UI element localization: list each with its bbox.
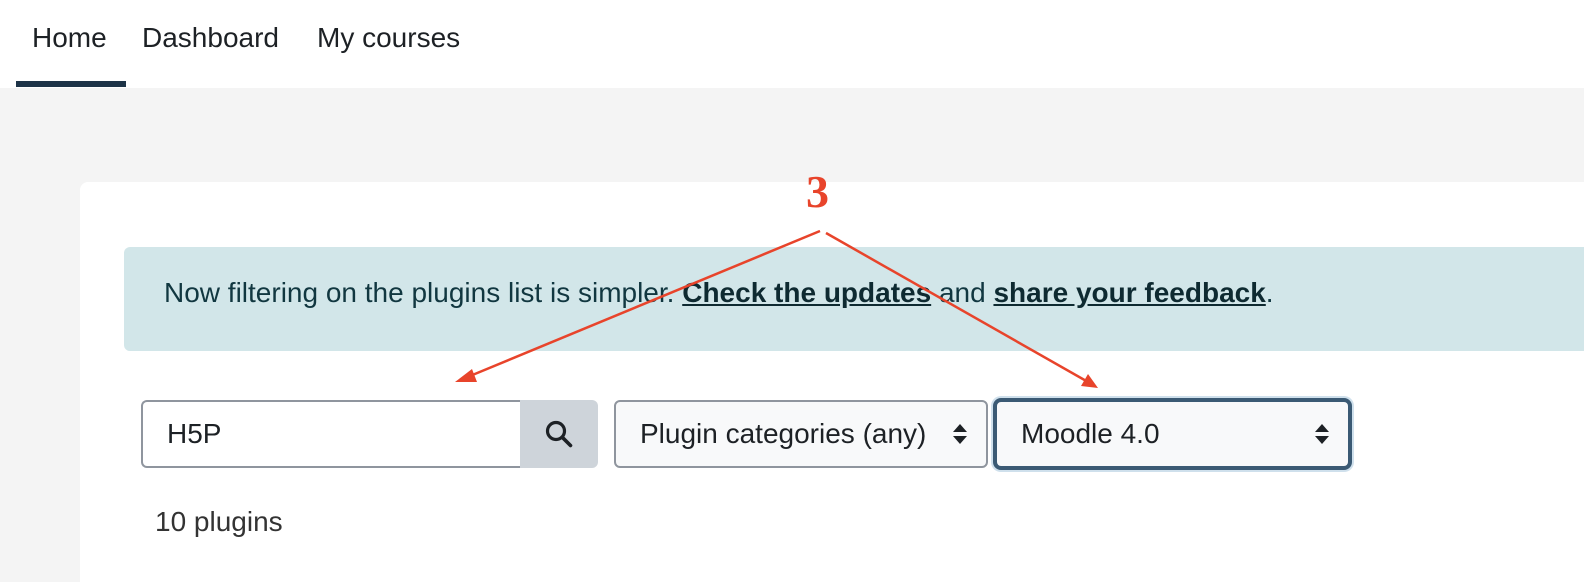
search-button[interactable] [520, 400, 598, 468]
plugin-categories-select[interactable]: Plugin categories (any) [614, 400, 988, 468]
sort-updown-icon [953, 424, 967, 444]
top-navigation: Home Dashboard My courses [0, 0, 1584, 88]
info-alert: Now filtering on the plugins list is sim… [124, 247, 1584, 351]
plugin-count: 10 plugins [155, 506, 283, 537]
alert-prefix: Now filtering on the plugins list is sim… [164, 277, 683, 308]
nav-dashboard[interactable]: Dashboard [142, 20, 279, 56]
sort-updown-icon [1315, 424, 1329, 444]
check-updates-link[interactable]: Check the updates [682, 277, 931, 308]
search-icon [545, 420, 573, 448]
nav-home[interactable]: Home [32, 20, 107, 56]
plugin-categories-selected: Plugin categories (any) [640, 418, 927, 449]
main-content-card [80, 182, 1584, 582]
annotation-step-number: 3 [806, 166, 829, 217]
alert-middle: and [931, 277, 994, 308]
plugin-search-input[interactable] [141, 400, 521, 468]
moodle-version-selected: Moodle 4.0 [1021, 418, 1160, 449]
share-feedback-link[interactable]: share your feedback [993, 277, 1265, 308]
nav-active-indicator [16, 81, 126, 87]
moodle-version-select[interactable]: Moodle 4.0 [993, 398, 1352, 470]
alert-suffix: . [1265, 277, 1274, 308]
alert-message: Now filtering on the plugins list is sim… [164, 275, 1274, 311]
nav-my-courses[interactable]: My courses [317, 20, 460, 56]
